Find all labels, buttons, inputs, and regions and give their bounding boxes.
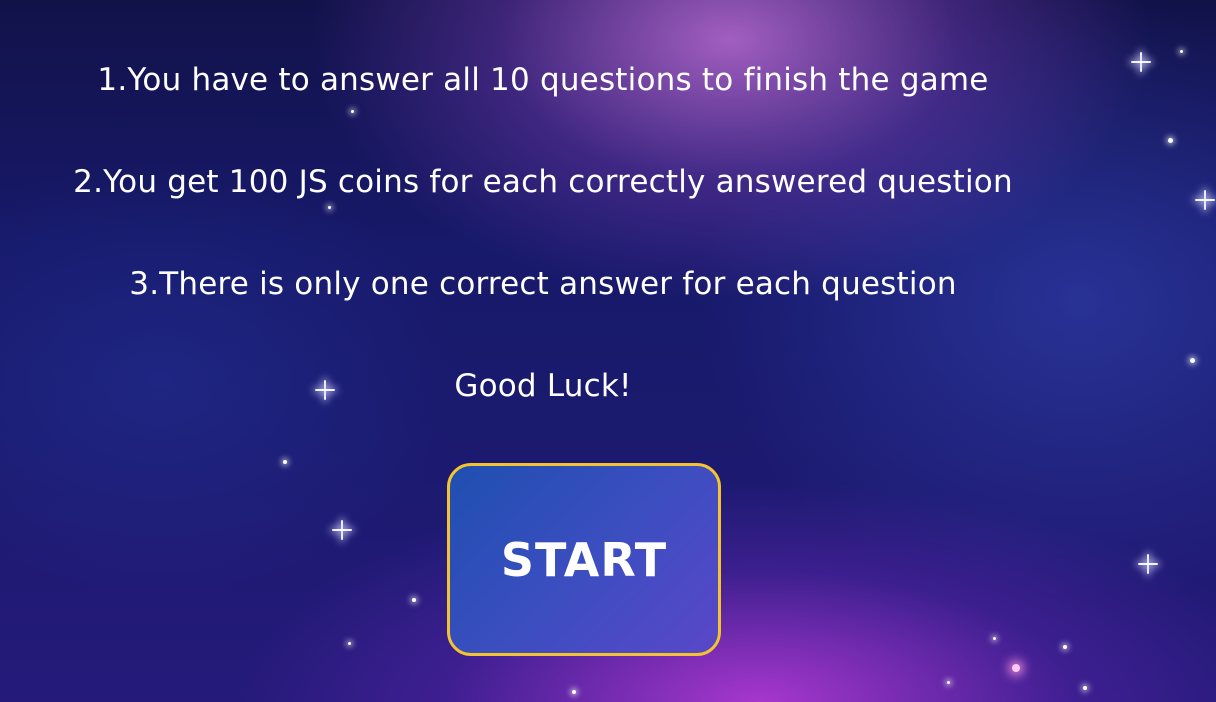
small-star (1168, 138, 1173, 143)
small-star (283, 460, 287, 464)
start-button[interactable]: START (447, 463, 721, 656)
sparkle-star (1138, 554, 1158, 574)
small-star (351, 110, 354, 113)
small-star (1190, 358, 1195, 363)
rule-2-text: 2.You get 100 JS coins for each correctl… (73, 164, 1013, 200)
small-star (412, 598, 416, 602)
sparkle-star (1131, 52, 1151, 72)
small-star (1180, 50, 1183, 53)
small-star (993, 637, 996, 640)
sparkle-star (332, 520, 352, 540)
small-star (1083, 686, 1087, 690)
small-star (572, 690, 576, 694)
good-luck-text: Good Luck! (454, 368, 632, 404)
rule-1-text: 1.You have to answer all 10 questions to… (97, 62, 989, 98)
small-star (1063, 645, 1067, 649)
small-star (1012, 664, 1020, 672)
small-star (348, 642, 351, 645)
small-star (947, 681, 950, 684)
sparkle-star (1195, 190, 1215, 210)
rule-3-text: 3.There is only one correct answer for e… (129, 266, 957, 302)
small-star (328, 206, 331, 209)
